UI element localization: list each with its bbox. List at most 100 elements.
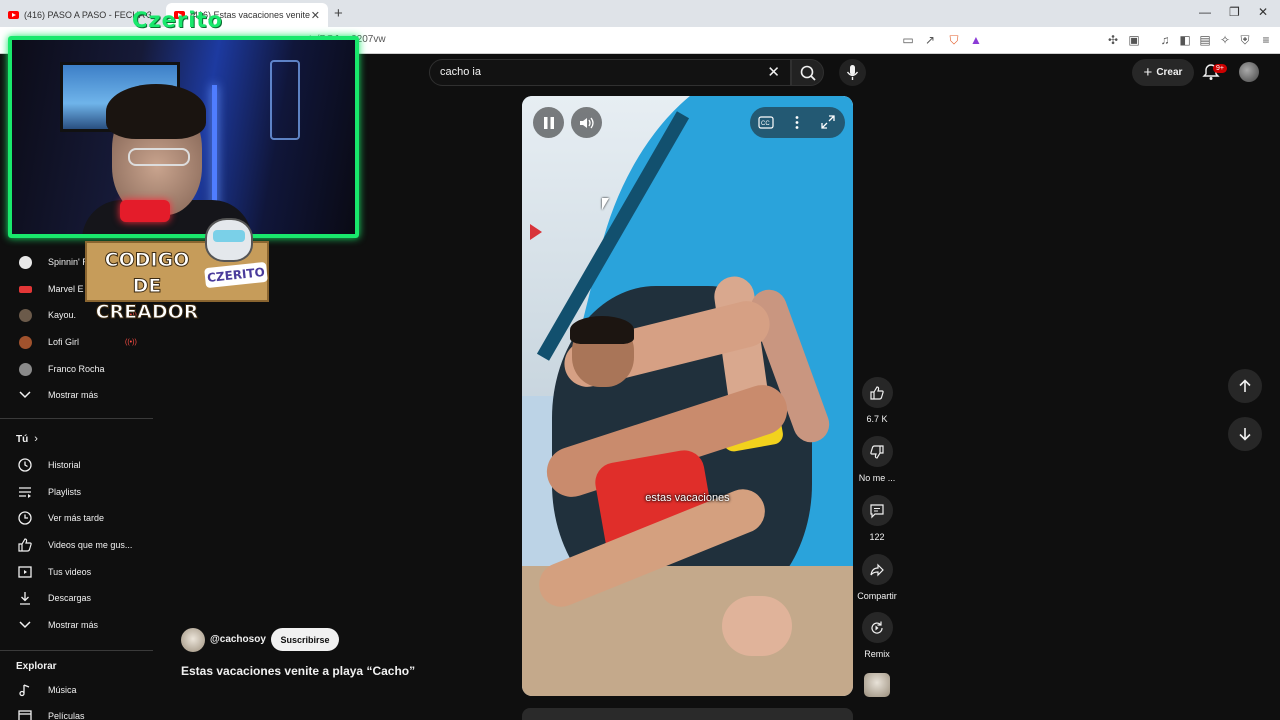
sidebar-item-your-videos[interactable]: Tus videos: [0, 559, 153, 585]
like-action[interactable]: 6.7 K: [857, 377, 897, 424]
sidebar-item-playlists[interactable]: Playlists: [0, 479, 153, 505]
sidebar-show-more-you[interactable]: Mostrar más: [0, 612, 153, 638]
wallet-icon[interactable]: ▤: [1198, 33, 1212, 47]
playlists-icon: [17, 484, 33, 500]
sidebar-subscription-lofi-girl[interactable]: Lofi Girl ((•)): [0, 329, 153, 355]
cast-icon[interactable]: ▭: [901, 33, 915, 47]
creator-code-name: CZERITO: [204, 261, 268, 289]
share-page-icon[interactable]: ↗: [923, 33, 937, 47]
sidebar-item-label: Música: [48, 685, 77, 695]
video-frame-hair: [570, 316, 634, 344]
brave-shield-icon[interactable]: ⛉: [947, 33, 961, 47]
sidebar-item-label: Ver más tarde: [48, 513, 105, 523]
webcam-glasses-shape: [128, 148, 190, 166]
microphone-icon: [846, 65, 859, 80]
pause-icon: [543, 116, 554, 129]
your-videos-icon: [17, 564, 33, 580]
dislike-button[interactable]: [861, 436, 893, 467]
channel-avatar[interactable]: [181, 628, 205, 652]
webcam-overlay: [8, 36, 359, 238]
subscribe-button[interactable]: Suscribirse: [271, 628, 339, 651]
search-box[interactable]: cacho ia ✕: [429, 59, 791, 86]
remix-action[interactable]: Remix: [857, 612, 897, 659]
next-short-preview[interactable]: [522, 708, 853, 720]
player-controls-pill: CC: [750, 107, 845, 138]
rewards-icon[interactable]: ▲: [969, 33, 983, 47]
sidebar-divider: [0, 650, 153, 651]
sidebar-item-label: Kayou.: [48, 310, 77, 320]
like-button[interactable]: [861, 377, 893, 408]
fullscreen-icon[interactable]: [821, 115, 835, 129]
sidebar-divider: [0, 418, 153, 419]
arrow-down-icon: [1239, 428, 1251, 441]
leo-ai-icon[interactable]: ✧: [1218, 33, 1232, 47]
webcam-light-shape: [270, 60, 300, 140]
search-input[interactable]: cacho ia: [440, 66, 481, 78]
comments-button[interactable]: [861, 495, 893, 526]
menu-icon[interactable]: ≡: [1259, 33, 1273, 47]
sidebar-subscription-franco-rocha[interactable]: Franco Rocha: [0, 356, 153, 382]
close-tab-icon[interactable]: ✕: [311, 9, 320, 22]
comments-action[interactable]: 122: [857, 495, 897, 542]
sidebar-item-movies[interactable]: Películas: [0, 703, 153, 720]
sidebar-item-label: Descargas: [48, 593, 92, 603]
window-close-button[interactable]: ✕: [1258, 5, 1268, 19]
share-button[interactable]: [861, 554, 893, 585]
sidebar-item-history[interactable]: Historial: [0, 452, 153, 478]
dislike-label: No me ...: [858, 473, 896, 483]
audio-source-avatar[interactable]: [864, 673, 890, 697]
streamer-name-label: Czerito: [132, 8, 223, 32]
vpn-icon[interactable]: ⛨: [1238, 33, 1252, 47]
account-avatar[interactable]: [1239, 62, 1259, 82]
youtube-favicon-icon: [8, 11, 19, 19]
extensions-icon[interactable]: ✣: [1106, 33, 1120, 47]
previous-short-button[interactable]: [1228, 369, 1262, 403]
restore-button[interactable]: ❐: [1229, 5, 1240, 19]
create-button[interactable]: + Crear: [1132, 59, 1194, 86]
dislike-action[interactable]: No me ...: [857, 436, 897, 483]
chevron-right-icon: ›: [34, 433, 38, 445]
screenshot-icon[interactable]: ▣: [1127, 33, 1141, 47]
channel-handle[interactable]: @cachosoy: [210, 634, 266, 645]
voice-search-button[interactable]: [839, 59, 866, 86]
sidebar-item-downloads[interactable]: Descargas: [0, 585, 153, 611]
live-indicator-icon: ((•)): [125, 338, 137, 346]
minimize-button[interactable]: —: [1199, 5, 1211, 19]
movies-icon: [17, 708, 33, 720]
watch-later-icon: [17, 510, 33, 526]
mascot-image: [205, 218, 253, 262]
arrow-up-icon: [1239, 379, 1251, 392]
sidebar-item-label: Tus videos: [48, 567, 92, 577]
more-options-icon[interactable]: [794, 115, 800, 130]
video-title[interactable]: Estas vacaciones venite a playa “Cacho”: [181, 664, 415, 678]
webcam-person-hair: [106, 84, 206, 139]
sidebar-item-liked-videos[interactable]: Videos que me gus...: [0, 532, 153, 558]
sidebar-item-watch-later[interactable]: Ver más tarde: [0, 505, 153, 531]
channel-avatar: [18, 335, 32, 349]
comment-count: 122: [869, 532, 885, 542]
thumbs-down-icon: [870, 444, 884, 459]
sidebar-toggle-icon[interactable]: ◧: [1178, 33, 1192, 47]
search-button[interactable]: [791, 59, 824, 86]
volume-button[interactable]: [571, 107, 602, 138]
liked-icon: [17, 537, 33, 553]
share-action[interactable]: Compartir: [857, 554, 897, 601]
sidebar-you-heading[interactable]: Tú ›: [16, 433, 38, 445]
next-short-button[interactable]: [1228, 417, 1262, 451]
like-count: 6.7 K: [866, 414, 888, 424]
sidebar-item-label: Mostrar más: [48, 390, 99, 400]
video-frame-foot: [722, 596, 792, 656]
new-tab-button[interactable]: +: [334, 5, 343, 22]
clear-search-icon[interactable]: ✕: [767, 63, 780, 81]
sidebar-item-music[interactable]: Música: [0, 677, 153, 703]
sidebar-show-more-subscriptions[interactable]: Mostrar más: [0, 382, 153, 408]
create-label: Crear: [1156, 67, 1183, 78]
pause-button[interactable]: [533, 107, 564, 138]
shorts-video-player[interactable]: estas vacaciones CC: [522, 96, 853, 696]
closed-captions-icon[interactable]: CC: [758, 116, 774, 129]
remix-button[interactable]: [861, 612, 893, 643]
sidebar-item-label: Franco Rocha: [48, 364, 105, 374]
video-frame-flag: [530, 224, 542, 240]
sidebar-item-label: Playlists: [48, 487, 82, 497]
media-icon[interactable]: ♫: [1158, 33, 1172, 47]
